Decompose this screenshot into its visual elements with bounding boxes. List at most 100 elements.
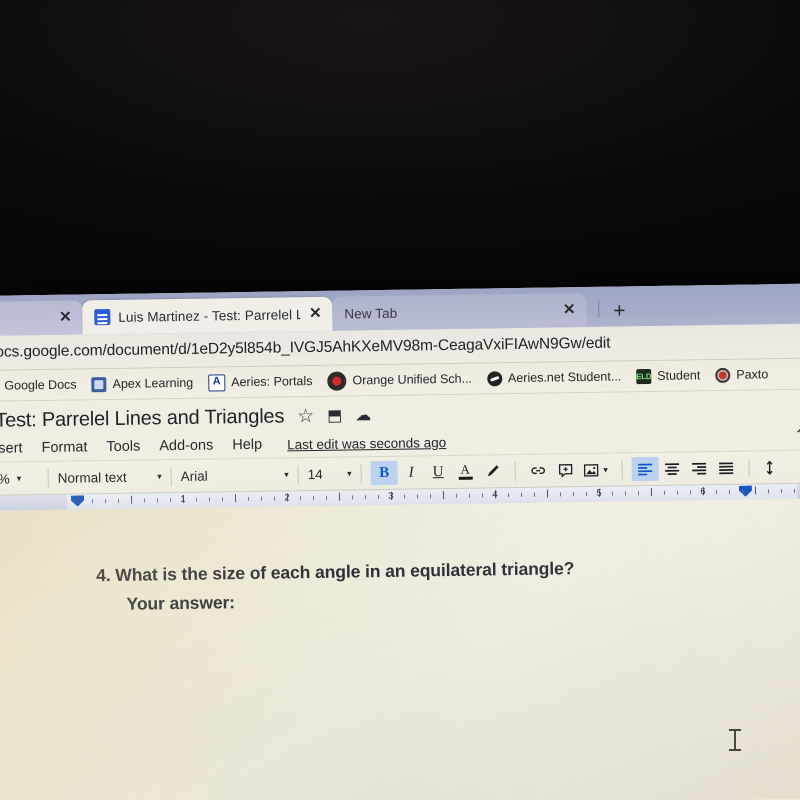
menu-item-tools[interactable]: Tools bbox=[106, 439, 140, 456]
ruler-tick bbox=[689, 490, 692, 495]
bookmark-apex-learning[interactable]: Apex Learning bbox=[91, 375, 193, 392]
ruler-tick bbox=[663, 490, 666, 495]
new-tab-button[interactable]: + bbox=[613, 299, 626, 322]
highlight-color-button[interactable] bbox=[478, 459, 505, 483]
font-size-dropdown[interactable]: 14 ▾ bbox=[307, 460, 352, 487]
document-page[interactable]: 4. What is the size of each angle in an … bbox=[0, 498, 800, 800]
zoom-level-dropdown[interactable]: 00% ▾ bbox=[0, 465, 39, 492]
insert-image-button[interactable]: ▾ bbox=[578, 458, 612, 483]
bookmark-google-docs[interactable]: Google Docs bbox=[0, 377, 77, 393]
toolbar-separator bbox=[170, 466, 172, 486]
ruler-tick bbox=[468, 493, 471, 498]
eld-student-icon: ELD bbox=[636, 368, 651, 384]
bookmark-aeries-net-student[interactable]: Aeries.net Student... bbox=[486, 369, 621, 386]
add-comment-button[interactable] bbox=[551, 458, 578, 482]
ruler-tick bbox=[611, 491, 614, 496]
tab-divider bbox=[598, 299, 600, 318]
ruler-tick bbox=[261, 496, 263, 501]
ruler-tick bbox=[741, 489, 744, 494]
bookmark-label: Aeries: Portals bbox=[231, 374, 313, 390]
toolbar-separator bbox=[297, 464, 299, 484]
toolbar-separator bbox=[360, 463, 362, 483]
close-icon[interactable]: ✕ bbox=[562, 301, 576, 318]
align-justify-button[interactable] bbox=[712, 456, 739, 480]
ruler-tick bbox=[416, 494, 419, 499]
paragraph-style-dropdown[interactable]: Normal text ▾ bbox=[58, 463, 162, 491]
menu-item-help[interactable]: Help bbox=[232, 437, 262, 453]
move-to-folder-icon[interactable]: ⬒ bbox=[327, 406, 342, 426]
toolbar-separator bbox=[47, 468, 49, 488]
ruler-tick bbox=[209, 497, 211, 502]
align-left-icon bbox=[638, 463, 653, 476]
ruler-tick bbox=[793, 488, 796, 493]
ruler-tick bbox=[377, 495, 380, 500]
font-size-value: 14 bbox=[307, 466, 323, 482]
bookmark-orange-unified[interactable]: Orange Unified Sch... bbox=[327, 369, 473, 391]
font-family-dropdown[interactable]: Arial ▾ bbox=[180, 461, 289, 489]
ruler-tick bbox=[248, 496, 250, 501]
document-answer-prompt: Your answer: bbox=[126, 592, 236, 614]
ruler-tick bbox=[364, 495, 367, 500]
link-icon bbox=[531, 467, 545, 475]
cloud-saved-icon[interactable]: ☁ bbox=[355, 405, 371, 425]
ruler-tick bbox=[130, 495, 133, 504]
align-center-button[interactable] bbox=[658, 456, 685, 480]
tab-new-tab[interactable]: New Tab ✕ bbox=[332, 292, 587, 331]
bold-button[interactable]: B bbox=[370, 460, 398, 486]
ruler-number: 4 bbox=[492, 489, 498, 501]
text-color-button[interactable]: A bbox=[451, 460, 478, 484]
underline-button[interactable]: U bbox=[424, 460, 451, 484]
ruler-tick bbox=[754, 486, 757, 495]
bookmark-paxton[interactable]: Paxto bbox=[715, 367, 768, 383]
ruler-tick bbox=[274, 496, 276, 501]
document-title[interactable]: - Test: Parrelel Lines and Triangles bbox=[0, 405, 284, 432]
ruler-tick bbox=[481, 493, 484, 498]
bookmark-aeries-portals[interactable]: A Aeries: Portals bbox=[208, 373, 313, 392]
close-icon[interactable]: ✕ bbox=[308, 305, 322, 322]
font-family-value: Arial bbox=[180, 468, 208, 484]
ruler-tick bbox=[650, 487, 653, 497]
line-spacing-button[interactable] bbox=[758, 455, 785, 479]
ruler-tick bbox=[572, 492, 575, 497]
ruler-tick bbox=[78, 496, 81, 505]
ruler-tick bbox=[546, 489, 549, 498]
ruler-number: 1 bbox=[180, 493, 186, 505]
tab-title: Luis Martinez - Test: Parrelel Lines bbox=[118, 306, 301, 325]
align-left-button[interactable] bbox=[631, 456, 659, 482]
bookmark-eld-student[interactable]: ELD Student bbox=[636, 368, 700, 384]
ruler-tick bbox=[429, 494, 432, 499]
close-icon[interactable]: ✕ bbox=[58, 309, 72, 326]
chevron-down-icon: ▾ bbox=[603, 464, 608, 475]
tab-google-docs-active[interactable]: Luis Martinez - Test: Parrelel Lines ✕ bbox=[82, 296, 333, 335]
italic-button[interactable]: I bbox=[397, 460, 424, 484]
photographed-screen: ll ✕ Luis Martinez - Test: Parrelel Line… bbox=[0, 0, 800, 800]
menu-item-format[interactable]: Format bbox=[41, 439, 87, 456]
bookmark-label: Orange Unified Sch... bbox=[352, 371, 473, 388]
ruler-tick bbox=[520, 492, 523, 497]
align-right-button[interactable] bbox=[685, 456, 712, 480]
url-text: docs.google.com/document/d/1eD2y5l854b_I… bbox=[0, 334, 611, 361]
paragraph-style-value: Normal text bbox=[57, 469, 127, 486]
ruler-tick bbox=[585, 491, 588, 496]
align-right-icon bbox=[692, 462, 707, 475]
ruler-tick bbox=[118, 498, 120, 503]
tab-title: New Tab bbox=[344, 305, 398, 322]
text-color-letter: A bbox=[460, 461, 470, 478]
ruler-tick bbox=[313, 496, 315, 501]
menu-item-add-ons[interactable]: Add-ons bbox=[159, 437, 213, 454]
chevron-down-icon: ▾ bbox=[157, 470, 162, 481]
star-icon[interactable]: ☆ bbox=[297, 404, 314, 427]
ruler-tick bbox=[222, 497, 224, 502]
ruler-tick bbox=[637, 491, 640, 496]
menu-item-insert[interactable]: Insert bbox=[0, 440, 23, 457]
insert-link-button[interactable] bbox=[524, 458, 551, 482]
tab-partial-left[interactable]: ll ✕ bbox=[0, 300, 83, 336]
ruler-tick bbox=[533, 492, 536, 497]
ruler-number: 3 bbox=[388, 490, 394, 502]
chevron-up-icon[interactable]: ⌃ bbox=[794, 426, 800, 446]
ruler-tick bbox=[715, 490, 718, 495]
monitor-bezel-dark-area bbox=[0, 0, 800, 320]
orange-unified-icon bbox=[327, 371, 347, 391]
ruler-number: 5 bbox=[596, 487, 602, 499]
last-edit-status[interactable]: Last edit was seconds ago bbox=[287, 435, 446, 452]
